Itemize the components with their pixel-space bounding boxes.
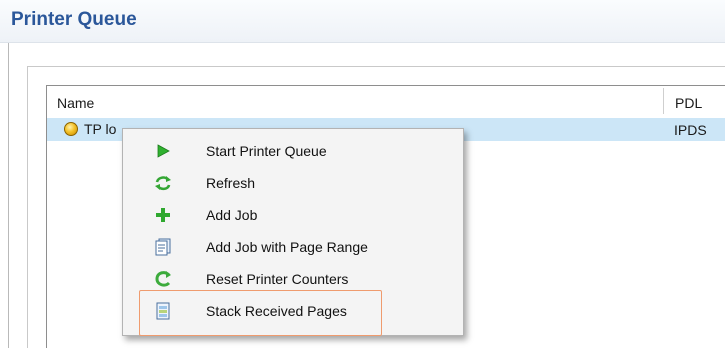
play-icon <box>157 144 170 158</box>
stack-pages-icon <box>156 302 170 320</box>
window-left-border <box>8 0 9 348</box>
menu-item-label: Reset Printer Counters <box>206 271 349 287</box>
window-title: Printer Queue <box>11 9 137 30</box>
column-header-name[interactable]: Name <box>57 95 94 111</box>
menu-item-start-printer-queue[interactable]: Start Printer Queue <box>127 135 457 165</box>
menu-item-label: Stack Received Pages <box>206 303 347 319</box>
menu-item-stack-received-pages[interactable]: Stack Received Pages <box>127 295 457 325</box>
menu-item-reset-printer-counters[interactable]: Reset Printer Counters <box>127 263 457 293</box>
printer-name: TP lo <box>84 121 117 137</box>
menu-item-label: Add Job <box>206 207 258 223</box>
document-range-icon <box>155 238 171 256</box>
menu-item-label: Add Job with Page Range <box>206 239 368 255</box>
reset-icon <box>155 271 171 287</box>
printer-pdl: IPDS <box>674 122 707 138</box>
title-bar: Printer Queue <box>0 0 725 43</box>
menu-item-label: Refresh <box>206 175 256 191</box>
menu-item-refresh[interactable]: Refresh <box>127 167 457 197</box>
menu-item-add-job[interactable]: Add Job <box>127 199 457 229</box>
add-icon <box>156 208 170 222</box>
column-separator[interactable] <box>663 88 664 114</box>
printer-status-icon <box>64 122 78 136</box>
menu-item-add-job-with-page-range[interactable]: Add Job with Page Range <box>127 231 457 261</box>
menu-item-label: Start Printer Queue <box>206 143 327 159</box>
refresh-icon <box>155 176 171 191</box>
table-header: Name PDL <box>47 86 725 117</box>
column-header-pdl[interactable]: PDL <box>675 95 702 111</box>
context-menu: Start Printer Queue Refresh Add Job Add … <box>122 128 464 336</box>
